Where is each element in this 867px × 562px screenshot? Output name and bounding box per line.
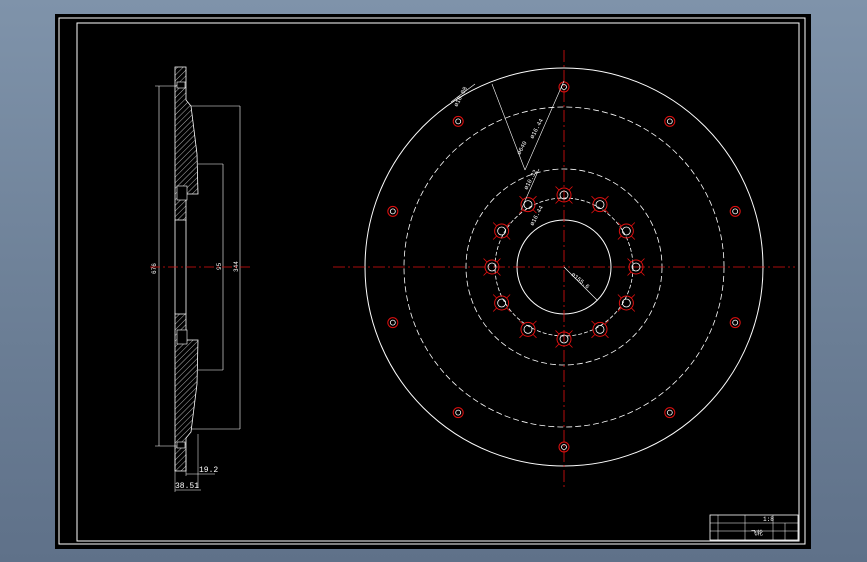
dim-label-5: ø155.6 [570,271,591,291]
inner-bolt-hole-10-mark [483,271,488,276]
outer-bolt-hole-2-inner [666,118,673,125]
inner-bolt-hole-4-mark [640,271,645,276]
title-block-scale: 1:8 [763,516,774,523]
inner-bolt-hole-8-mark [532,320,537,325]
inner-bolt-hole-9-mark [492,294,497,299]
inner-bolt-hole-9-inner [497,298,507,308]
section-hole-lower [176,329,188,345]
inner-bolt-hole-11-mark [492,235,497,240]
side-section-view: 676 95 344 19.2 38.51 [150,66,250,492]
inner-bolt-hole-7-mark [568,343,573,348]
inner-bolt-hole-10-mark [496,258,501,263]
inner-bolt-hole-7-mark [555,343,560,348]
inner-bolt-hole-6-mark [591,334,596,339]
inner-bolt-hole-11-mark [506,235,511,240]
inner-bolt-hole-8-mark [532,334,537,339]
dim-label-0: ø10.08 [453,85,470,108]
inner-bolt-hole-5-mark [631,294,636,299]
inner-bolt-hole-3 [618,223,634,239]
inner-bolt-hole-11-mark [492,222,497,227]
inner-bolt-hole-1-mark [555,186,560,191]
inner-bolt-hole-8-inner [523,324,533,334]
inner-bolt-hole-9-mark [506,294,511,299]
cad-drawing-canvas: 676 95 344 19.2 38.51 ø10.08 ø16.44 ø640… [55,14,811,549]
outer-bolt-hole-9-inner [389,208,396,215]
inner-bolt-hole-10-mark [496,271,501,276]
leader-dia-2 [491,83,526,171]
inner-bolt-hole-8 [520,321,536,337]
inner-bolt-hole-5-inner [621,298,631,308]
outer-bolt-hole-7-inner [455,409,462,416]
dim-label-1: ø16.44 [529,117,546,140]
inner-bolt-hole-1-mark [568,186,573,191]
inner-bolt-hole-7-mark [555,330,560,335]
outer-bolt-hole-10-inner [455,118,462,125]
inner-bolt-hole-2-inner [595,200,605,210]
inner-bolt-hole-5-mark [617,294,622,299]
outer-bolt-hole-4 [729,317,741,329]
section-hole-upper [176,185,188,201]
outer-bolt-hole-5 [664,407,676,419]
inner-bolt-hole-12-inner [523,200,533,210]
inner-bolt-hole-7-mark [568,330,573,335]
outer-bolt-hole-7 [452,407,464,419]
inner-bolt-hole-2-mark [591,195,596,200]
inner-bolt-hole-6-inner [595,324,605,334]
inner-bolt-hole-6 [592,321,608,337]
inner-bolt-hole-3-mark [631,235,636,240]
outer-bolt-hole-5-inner [666,409,673,416]
inner-bolt-hole-4-mark [640,258,645,263]
outer-bolt-hole-3-inner [732,208,739,215]
outer-bolt-hole-10 [452,115,464,127]
inner-bolt-hole-3-mark [631,222,636,227]
outer-bolt-hole-4-inner [732,319,739,326]
outer-bolt-hole-8 [387,317,399,329]
inner-bolt-hole-4-mark [627,258,632,263]
inner-bolt-hole-12-mark [519,195,524,200]
leader-dia-3 [524,80,565,171]
inner-bolt-hole-2-mark [604,195,609,200]
inner-bolt-hole-2-mark [591,209,596,214]
inner-bolt-hole-11 [494,223,510,239]
front-view: ø10.08 ø16.44 ø640 ø10.32 ø16.44 ø155.6 [333,50,795,490]
section-hole-top [176,81,186,89]
dim-label-2: ø640 [516,140,529,156]
inner-bolt-hole-10-mark [483,258,488,263]
inner-bolt-hole-6-mark [591,320,596,325]
inner-bolt-hole-5 [618,295,634,311]
inner-bolt-hole-6-mark [604,334,609,339]
dim-inner-a-label: 95 [216,262,223,270]
inner-bolt-hole-5-mark [631,307,636,312]
inner-bolt-hole-11-inner [497,226,507,236]
outer-frame [58,17,806,545]
inner-bolt-hole-3-inner [621,226,631,236]
inner-bolt-hole-4-mark [627,271,632,276]
outer-bolt-hole-3 [729,205,741,217]
dim-flange-label: 19.2 [199,466,218,475]
inner-bolt-hole-8-mark [519,334,524,339]
inner-bolt-hole-1-mark [568,199,573,204]
inner-bolt-hole-2 [592,197,608,213]
inner-bolt-hole-3-mark [617,235,622,240]
section-hole-bottom [176,441,186,449]
outer-bolt-hole-9 [387,205,399,217]
inner-bolt-hole-9-mark [492,307,497,312]
inner-bolt-hole-12-mark [532,195,537,200]
inner-bolt-hole-9 [494,295,510,311]
dim-inner-b-label: 344 [233,261,240,272]
title-block-name: 飞轮 [751,529,763,537]
inner-bolt-hole-1-mark [555,199,560,204]
dim-height-label: 676 [151,263,158,274]
dim-total-label: 38.51 [175,482,199,491]
title-block: 1:8 飞轮 [709,514,799,541]
outer-bolt-hole-2 [664,115,676,127]
outer-bolt-hole-8-inner [389,319,396,326]
